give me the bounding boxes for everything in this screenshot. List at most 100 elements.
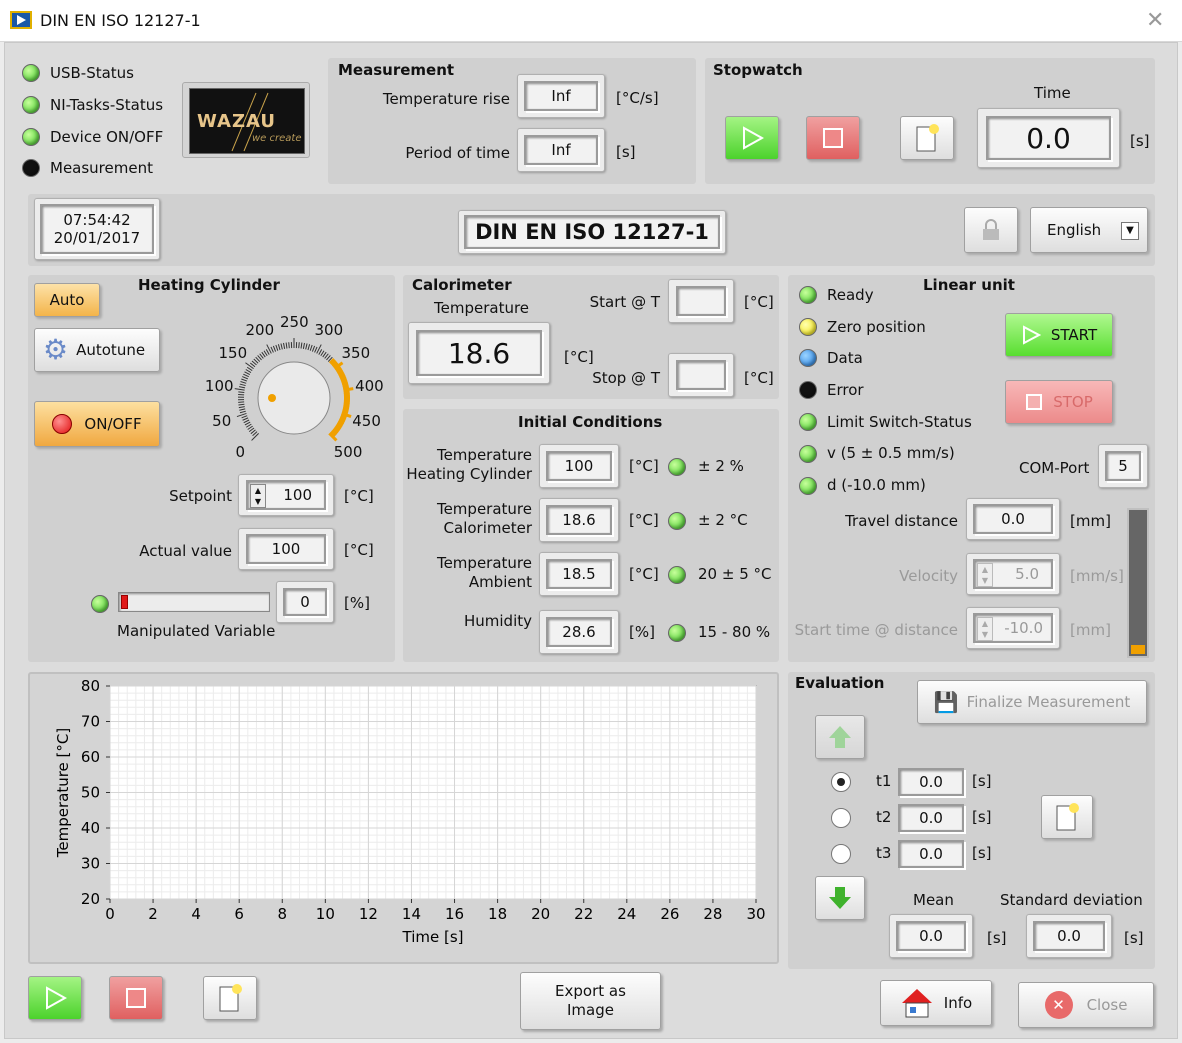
initial-row-value: 18.6	[546, 505, 612, 535]
initial-conditions-title: Initial Conditions	[518, 413, 663, 431]
limit-switch-led	[799, 413, 817, 431]
evaluation-reset-button[interactable]	[1041, 795, 1093, 839]
knob-tick	[342, 407, 349, 412]
t1-radio[interactable]	[831, 772, 851, 792]
t3-radio[interactable]	[831, 844, 851, 864]
knob-tick	[238, 406, 245, 409]
stop-at-t-unit: [°C]	[744, 369, 774, 387]
y-tick-label: 20	[81, 890, 100, 908]
knob-tick	[239, 383, 246, 387]
arrow-down-icon	[829, 887, 851, 909]
stopwatch-start-button[interactable]	[725, 116, 779, 160]
heating-onoff-button[interactable]: ON/OFF	[34, 401, 160, 447]
lock-button[interactable]	[964, 207, 1018, 253]
com-port-value[interactable]: 5	[1105, 451, 1141, 481]
arrow-up-icon	[829, 726, 851, 748]
chart-stop-button[interactable]	[109, 976, 163, 1020]
save-icon: 💾	[933, 690, 959, 714]
stop-at-t-input[interactable]	[676, 360, 726, 390]
y-tick-label: 80	[81, 677, 100, 695]
x-tick-label: 8	[277, 905, 287, 923]
new-document-icon	[219, 984, 242, 1012]
x-tick-label: 6	[234, 905, 244, 923]
linear-stop-button[interactable]: STOP	[1005, 380, 1113, 424]
stopwatch-stop-button[interactable]	[806, 116, 860, 160]
chart-start-button[interactable]	[28, 976, 82, 1020]
knob-tick	[305, 343, 308, 350]
knob-tick	[244, 371, 251, 376]
x-tick-label: 18	[488, 905, 507, 923]
linear-start-button[interactable]: START	[1005, 313, 1113, 357]
start-time-input[interactable]: ▲ ▼ -10.0	[973, 613, 1053, 643]
auto-button[interactable]: Auto	[34, 283, 100, 317]
initial-row-tolerance: ± 2 °C	[698, 511, 748, 529]
stopwatch-reset-button[interactable]	[900, 116, 954, 160]
close-circle-icon: ✕	[1044, 991, 1073, 1019]
t1-label: t1	[876, 772, 892, 790]
evaluation-title: Evaluation	[795, 674, 885, 692]
knob-tick-label: 150	[218, 344, 248, 363]
knob-tick	[285, 342, 288, 349]
knob-tick	[238, 403, 245, 406]
device-label: Device ON/OFF	[50, 128, 164, 146]
mv-bar-fill	[121, 595, 128, 609]
knob-tick-label: 0	[235, 442, 246, 461]
velocity-stepper[interactable]: ▲ ▼	[977, 563, 993, 587]
start-time-stepper[interactable]: ▲ ▼	[977, 617, 993, 641]
knob-tick	[277, 344, 281, 351]
info-label: Info	[943, 994, 973, 1012]
close-icon[interactable]: ✕	[1146, 8, 1164, 33]
velocity-input[interactable]: ▲ ▼ 5.0	[973, 559, 1053, 589]
setpoint-stepper[interactable]: ▲ ▼	[250, 484, 266, 508]
x-tick-label: 28	[703, 905, 722, 923]
x-tick-label: 12	[359, 905, 378, 923]
knob-tick-label: 400	[355, 377, 384, 396]
temp-rise-value: Inf	[524, 81, 598, 111]
initial-row-label: Humidity	[463, 612, 532, 630]
ready-label: Ready	[827, 286, 874, 304]
move-up-button[interactable]	[815, 715, 865, 759]
finalize-measurement-button[interactable]: 💾 Finalize Measurement	[917, 680, 1147, 724]
move-down-button[interactable]	[815, 876, 865, 920]
t2-value: 0.0	[898, 804, 964, 832]
close-button[interactable]: ✕ Close	[1018, 982, 1154, 1028]
export-image-button[interactable]: Export as Image	[520, 972, 661, 1030]
knob-tick	[283, 342, 286, 349]
new-document-icon	[916, 124, 939, 152]
heating-onoff-label: ON/OFF	[84, 415, 142, 433]
info-button[interactable]: Info	[880, 980, 992, 1026]
travel-distance-unit: [mm]	[1070, 512, 1111, 530]
knob-tick	[251, 433, 259, 441]
initial-row-led	[668, 566, 686, 584]
knob-tick	[239, 408, 246, 411]
setpoint-input[interactable]: ▲ ▼ 100	[246, 480, 326, 510]
window-title: DIN EN ISO 12127-1	[40, 11, 201, 30]
mean-unit: [s]	[987, 929, 1007, 947]
stop-icon	[823, 128, 843, 148]
time-label: Time	[1034, 84, 1071, 102]
usb-status-label: USB-Status	[50, 64, 135, 82]
com-port-label: COM-Port	[1019, 459, 1090, 477]
home-icon	[901, 989, 932, 1018]
ni-tasks-label: NI-Tasks-Status	[50, 96, 164, 114]
start-at-t-input[interactable]	[676, 286, 726, 316]
chart-reset-button[interactable]	[203, 976, 257, 1020]
knob-tick	[263, 350, 268, 357]
knob-tick	[239, 410, 246, 414]
knob-tick	[243, 419, 250, 424]
knob-tick	[280, 343, 283, 350]
std-unit: [s]	[1124, 929, 1144, 947]
language-select[interactable]: English ▼	[1030, 207, 1148, 253]
knob-tick	[245, 362, 254, 370]
stopwatch-time-value: 0.0	[986, 116, 1111, 160]
t2-radio[interactable]	[831, 808, 851, 828]
finalize-label: Finalize Measurement	[966, 693, 1131, 711]
knob-tick	[288, 342, 290, 349]
std-value: 0.0	[1033, 921, 1105, 951]
autotune-button[interactable]: ⚙ Autotune	[34, 328, 160, 372]
knob-tick	[242, 417, 249, 421]
velocity-label: Velocity	[899, 567, 958, 585]
setpoint-label: Setpoint	[169, 487, 232, 505]
knob-tick	[270, 346, 274, 353]
lock-icon	[983, 219, 999, 240]
